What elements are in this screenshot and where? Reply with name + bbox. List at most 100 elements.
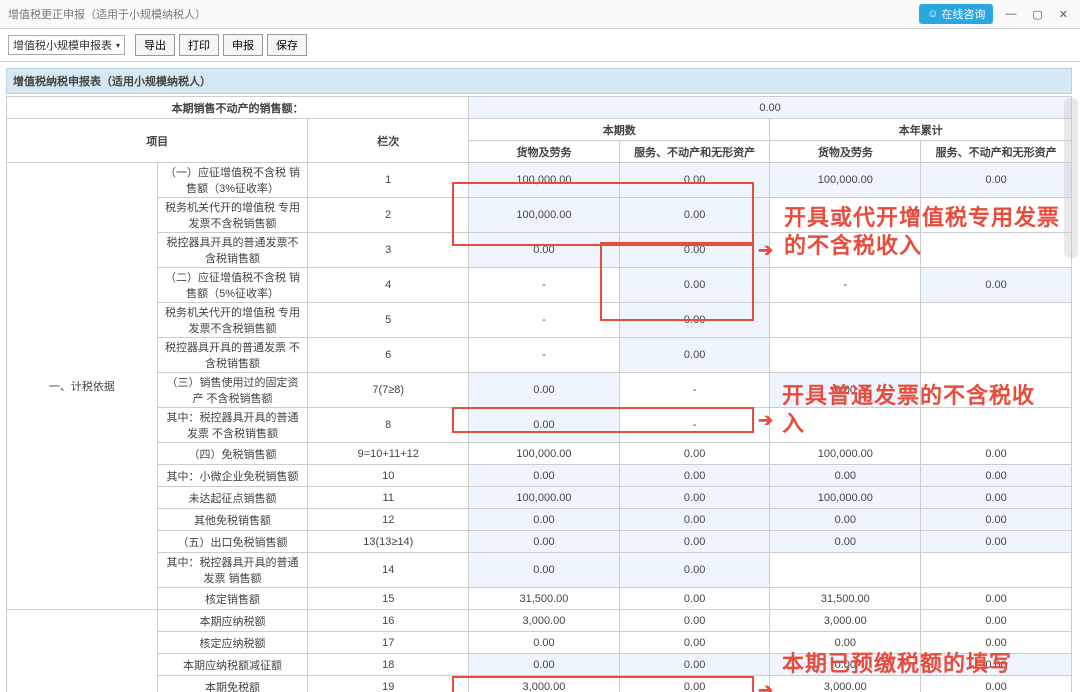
value-cell[interactable]: 0.00	[921, 531, 1072, 553]
value-cell: -	[469, 268, 620, 303]
value-cell[interactable]: 0.00	[469, 509, 620, 531]
row-code: 6	[308, 338, 469, 373]
online-service-button[interactable]: ☺ 在线咨询	[919, 4, 993, 24]
value-cell[interactable]: 3,000.00	[770, 610, 921, 632]
row-label: 税控器具开具的普通发票不含税销售额	[157, 233, 308, 268]
value-cell[interactable]: 0.00	[921, 588, 1072, 610]
row-label: 本期免税额	[157, 676, 308, 692]
header-realestate-label: 本期销售不动产的销售额：	[7, 97, 469, 119]
value-cell[interactable]: 0.00	[619, 198, 770, 233]
row-code: 11	[308, 487, 469, 509]
value-cell[interactable]: 0.00	[921, 163, 1072, 198]
value-cell[interactable]: 0.00	[619, 268, 770, 303]
value-cell: -	[619, 408, 770, 443]
value-cell[interactable]: 0.00	[619, 233, 770, 268]
export-button[interactable]: 导出	[135, 34, 175, 56]
value-cell[interactable]: 0.00	[619, 553, 770, 588]
value-cell[interactable]: 3,000.00	[469, 610, 620, 632]
row-label: 其中：税控器具开具的普通发票 不含税销售额	[157, 408, 308, 443]
row-label: （五）出口免税销售额	[157, 531, 308, 553]
value-cell[interactable]: 0.00	[619, 632, 770, 654]
header-y-goods: 货物及劳务	[770, 141, 921, 163]
row-code: 14	[308, 553, 469, 588]
value-cell[interactable]: 0.00	[619, 676, 770, 692]
row-code: 3	[308, 233, 469, 268]
value-cell[interactable]: 0.00	[619, 588, 770, 610]
annotation-arrow-2: ➔	[758, 410, 773, 431]
headset-icon: ☺	[927, 8, 938, 20]
value-cell[interactable]: 100,000.00	[469, 487, 620, 509]
value-cell[interactable]: 0.00	[770, 465, 921, 487]
save-button[interactable]: 保存	[267, 34, 307, 56]
value-cell[interactable]: 0.00	[921, 676, 1072, 692]
row-code: 15	[308, 588, 469, 610]
row-code: 2	[308, 198, 469, 233]
value-cell	[770, 303, 921, 338]
value-cell[interactable]: 0.00	[619, 303, 770, 338]
value-cell[interactable]: 0.00	[469, 632, 620, 654]
value-cell: -	[619, 373, 770, 408]
value-cell[interactable]: 3,000.00	[469, 676, 620, 692]
value-cell[interactable]: 0.00	[469, 654, 620, 676]
value-cell[interactable]: 0.00	[469, 373, 620, 408]
row-label: （二）应征增值税不含税 销售额（5%征收率）	[157, 268, 308, 303]
value-cell	[921, 303, 1072, 338]
chevron-down-icon: ▾	[116, 41, 120, 50]
value-cell[interactable]: 0.00	[619, 654, 770, 676]
row-code: 17	[308, 632, 469, 654]
header-year: 本年累计	[770, 119, 1072, 141]
value-cell[interactable]: 0.00	[770, 531, 921, 553]
row-label: （三）销售使用过的固定资产 不含税销售额	[157, 373, 308, 408]
print-button[interactable]: 打印	[179, 34, 219, 56]
value-cell[interactable]: 100,000.00	[469, 443, 620, 465]
row-code: 10	[308, 465, 469, 487]
value-cell[interactable]: 0.00	[921, 610, 1072, 632]
value-cell[interactable]: 0.00	[619, 338, 770, 373]
minimize-icon[interactable]: —	[1001, 6, 1020, 22]
value-cell[interactable]: 0.00	[921, 487, 1072, 509]
row-code: 5	[308, 303, 469, 338]
value-cell[interactable]: 0.00	[619, 509, 770, 531]
value-cell[interactable]: 0.00	[619, 465, 770, 487]
row-code: 12	[308, 509, 469, 531]
annotation-text-1: 开具或代开增值税专用发票的不含税收入	[784, 204, 1074, 259]
row-label: 未达起征点销售额	[157, 487, 308, 509]
value-cell[interactable]: 100,000.00	[770, 487, 921, 509]
value-cell[interactable]: 0.00	[619, 610, 770, 632]
value-cell[interactable]: 100,000.00	[469, 198, 620, 233]
value-cell[interactable]: 0.00	[619, 531, 770, 553]
value-cell[interactable]: 31,500.00	[469, 588, 620, 610]
value-cell: -	[469, 338, 620, 373]
maximize-icon[interactable]: ▢	[1028, 6, 1046, 23]
value-cell[interactable]: 0.00	[921, 268, 1072, 303]
section-1: 一、计税依据	[7, 163, 158, 610]
value-cell[interactable]: 0.00	[921, 443, 1072, 465]
value-cell[interactable]: 100,000.00	[770, 163, 921, 198]
value-cell[interactable]: 0.00	[469, 408, 620, 443]
row-code: 8	[308, 408, 469, 443]
value-cell[interactable]: 0.00	[469, 465, 620, 487]
header-p-goods: 货物及劳务	[469, 141, 620, 163]
value-cell[interactable]: 0.00	[469, 531, 620, 553]
form-selector[interactable]: 增值税小规模申报表 ▾	[8, 35, 125, 55]
header-realestate-value[interactable]: 0.00	[469, 97, 1072, 119]
value-cell[interactable]: 31,500.00	[770, 588, 921, 610]
value-cell[interactable]: 0.00	[619, 443, 770, 465]
toolbar: 增值税小规模申报表 ▾ 导出 打印 申报 保存	[0, 29, 1080, 62]
value-cell[interactable]: 0.00	[469, 553, 620, 588]
value-cell[interactable]: 3,000.00	[770, 676, 921, 692]
value-cell[interactable]: 0.00	[469, 233, 620, 268]
value-cell[interactable]: 0.00	[619, 163, 770, 198]
value-cell[interactable]: 0.00	[770, 509, 921, 531]
value-cell[interactable]: 100,000.00	[469, 163, 620, 198]
header-p-svc: 服务、不动产和无形资产	[619, 141, 770, 163]
header-project: 项目	[7, 119, 308, 163]
declare-button[interactable]: 申报	[223, 34, 263, 56]
value-cell[interactable]: 0.00	[921, 465, 1072, 487]
value-cell[interactable]: 0.00	[921, 509, 1072, 531]
close-icon[interactable]: ✕	[1055, 6, 1072, 23]
header-period: 本期数	[469, 119, 770, 141]
value-cell[interactable]: 100,000.00	[770, 443, 921, 465]
row-label: 税务机关代开的增值税 专用发票不含税销售额	[157, 303, 308, 338]
value-cell[interactable]: 0.00	[619, 487, 770, 509]
